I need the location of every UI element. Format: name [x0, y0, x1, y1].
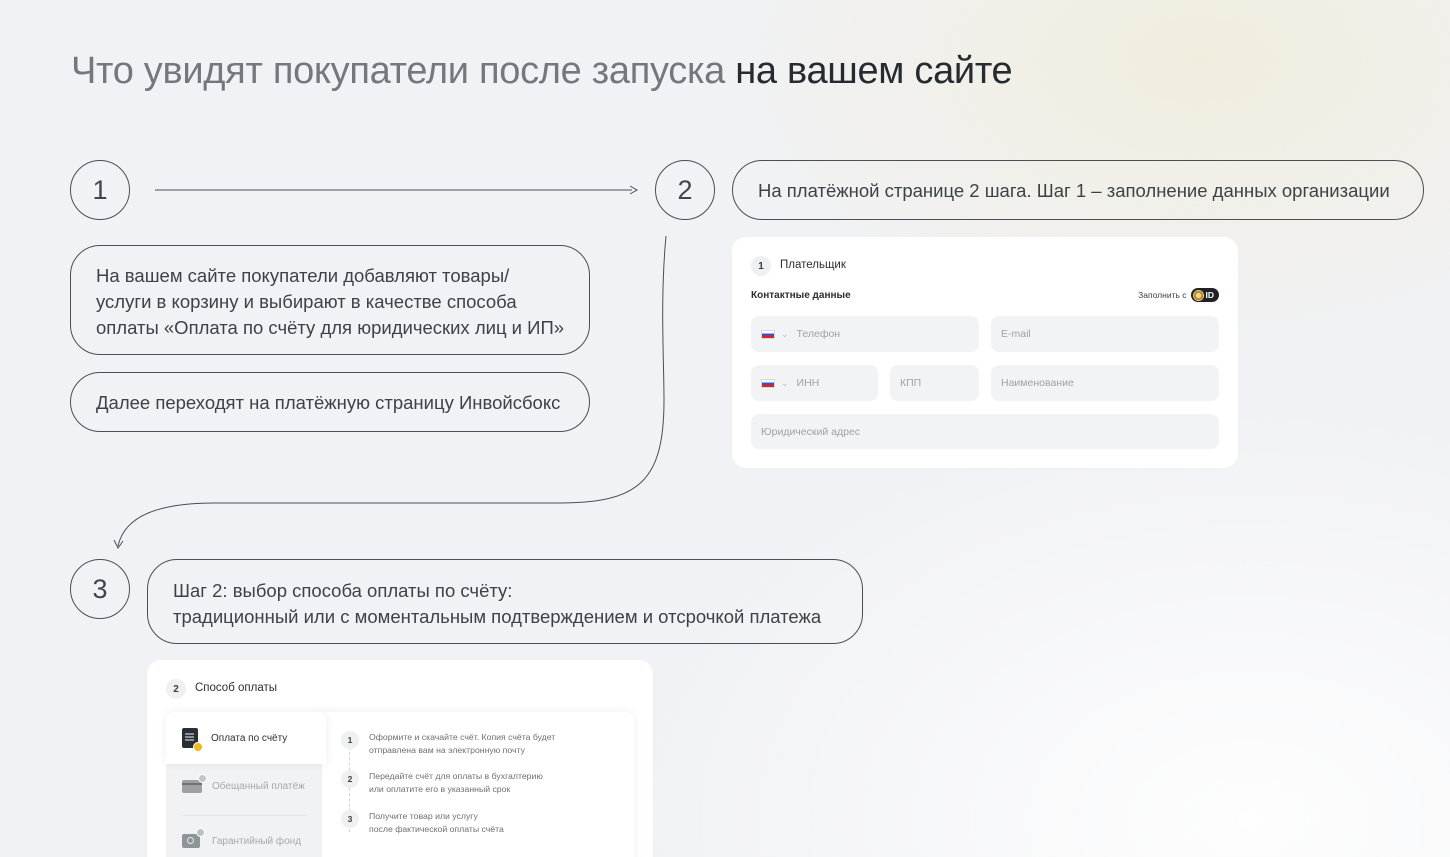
- step-1-line: оплаты «Оплата по счёту для юридических …: [96, 317, 565, 338]
- chevron-down-icon[interactable]: ⌄: [781, 329, 789, 340]
- invoice-step-line: Передайте счёт для оплаты в бухгалтерию: [369, 771, 543, 781]
- card-promise-icon: [182, 774, 207, 793]
- inn-field[interactable]: ⌄ ИНН: [751, 365, 878, 401]
- legal-address-field[interactable]: Юридический адрес: [751, 414, 1219, 449]
- method-guarantee-fund-tab[interactable]: Гарантийный фонд: [182, 828, 302, 848]
- email-field[interactable]: E-mail: [991, 316, 1219, 352]
- phone-placeholder: Телефон: [796, 328, 841, 340]
- payer-form-card: 1 Плательщик Контактные данные Заполнить…: [732, 237, 1238, 468]
- step-1-line: услуги в корзину и выбирают в качестве с…: [96, 291, 517, 312]
- step-1-next-bubble: Далее переходят на платёжную страницу Ин…: [70, 372, 590, 432]
- method-promised-payment-tab[interactable]: Обещанный платёж: [182, 774, 305, 793]
- invoice-step: 3 Получите товар или услугу после фактич…: [341, 810, 579, 836]
- id-seal-icon: [1192, 289, 1204, 301]
- title-dark: на вашем сайте: [735, 50, 1013, 92]
- step-3-caption-bubble: Шаг 2: выбор способа оплаты по счёту: тр…: [147, 559, 863, 644]
- step-1-circle: 1: [70, 160, 130, 220]
- phone-field[interactable]: ⌄ Телефон: [751, 316, 979, 352]
- invoice-step-number: 1: [341, 731, 359, 749]
- safe-fund-icon: [182, 828, 205, 848]
- invoice-step-text: Получите товар или услугу после фактичес…: [369, 810, 579, 836]
- method-guarantee-label: Гарантийный фонд: [212, 835, 302, 847]
- organization-name-placeholder: Наименование: [1001, 377, 1074, 389]
- step-3-caption-line: традиционный или с моментальным подтверж…: [173, 606, 822, 627]
- fill-with-label: Заполнить с: [1138, 290, 1187, 300]
- step-1-line: На вашем сайте покупатели добавляют това…: [96, 265, 510, 286]
- step-1-number: 1: [92, 174, 108, 205]
- invoice-step-line: Получите товар или услугу: [369, 811, 478, 821]
- invoice-step-text: Передайте счёт для оплаты в бухгалтерию …: [369, 770, 579, 796]
- invoice-step-line: отправлена вам на электронную почту: [369, 745, 525, 755]
- payment-method-card: 2 Способ оплаты 1 Оформите и скачайте сч…: [147, 660, 653, 857]
- step-1-description-bubble: На вашем сайте покупатели добавляют това…: [70, 245, 590, 355]
- id-badge-label: ID: [1205, 290, 1215, 300]
- step-2-caption: На платёжной странице 2 шага. Шаг 1 – за…: [758, 180, 1390, 201]
- russia-flag-icon: [761, 378, 775, 388]
- page-title: Что увидят покупатели после запуска на в…: [71, 48, 1013, 94]
- invoice-step-number: 2: [341, 770, 359, 788]
- method-promised-label: Обещанный платёж: [212, 781, 305, 792]
- step-2-number: 2: [677, 174, 693, 205]
- step-2-circle: 2: [655, 160, 715, 220]
- invoice-step: 1 Оформите и скачайте счёт. Копия счёта …: [341, 731, 579, 757]
- invoice-step: 2 Передайте счёт для оплаты в бухгалтери…: [341, 770, 579, 796]
- invoice-step-text: Оформите и скачайте счёт. Копия счёта бу…: [369, 731, 579, 757]
- contact-section-label: Контактные данные: [751, 290, 851, 301]
- method-divider: [182, 815, 307, 816]
- step-2-caption-bubble: На платёжной странице 2 шага. Шаг 1 – за…: [732, 160, 1424, 220]
- fill-with-id-button[interactable]: Заполнить с ID: [1138, 288, 1219, 302]
- payer-step-badge: 1: [751, 256, 771, 276]
- kpp-placeholder: КПП: [900, 377, 922, 389]
- invoice-step-number: 3: [341, 810, 359, 828]
- organization-name-field[interactable]: Наименование: [991, 365, 1219, 401]
- legal-address-placeholder: Юридический адрес: [761, 425, 861, 438]
- invoice-steps-panel: 1 Оформите и скачайте счёт. Копия счёта …: [322, 712, 634, 857]
- inn-placeholder: ИНН: [796, 377, 820, 389]
- invoice-step-line: или оплатите его в указанный срок: [369, 784, 511, 794]
- russia-flag-icon: [761, 329, 775, 339]
- chevron-down-icon[interactable]: ⌄: [781, 378, 789, 389]
- kpp-field[interactable]: КПП: [890, 365, 979, 401]
- step-1-next-text: Далее переходят на платёжную страницу Ин…: [96, 392, 561, 413]
- method-invoice-tab[interactable]: Оплата по счёту: [166, 712, 326, 764]
- step-3-circle: 3: [70, 559, 130, 619]
- step-3-number: 3: [92, 573, 108, 604]
- method-invoice-label: Оплата по счёту: [211, 732, 288, 744]
- id-badge: ID: [1190, 288, 1219, 302]
- payment-step-badge: 2: [166, 679, 186, 699]
- step-3-caption-line: Шаг 2: выбор способа оплаты по счёту:: [173, 580, 513, 601]
- invoice-document-icon: [182, 728, 203, 752]
- payment-title: Способ оплаты: [195, 682, 277, 694]
- payer-title: Плательщик: [780, 259, 846, 271]
- invoice-step-line: Оформите и скачайте счёт. Копия счёта бу…: [369, 732, 556, 742]
- invoice-step-line: после фактической оплаты счёта: [369, 824, 504, 834]
- title-light: Что увидят покупатели после запуска: [71, 50, 725, 92]
- email-placeholder: E-mail: [1001, 328, 1031, 340]
